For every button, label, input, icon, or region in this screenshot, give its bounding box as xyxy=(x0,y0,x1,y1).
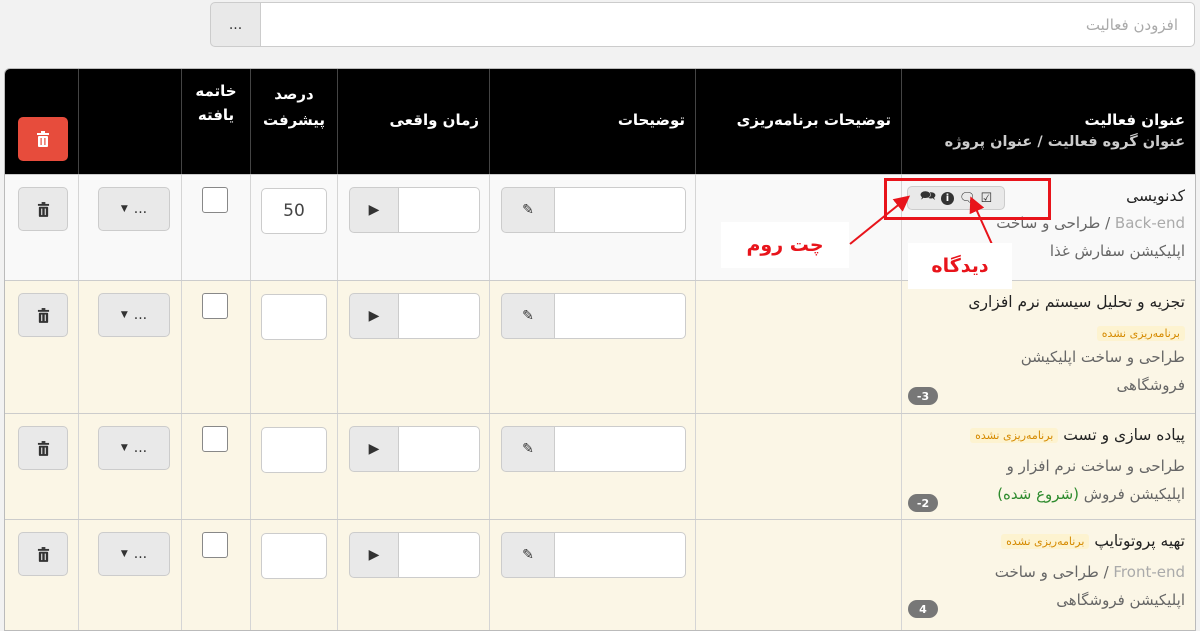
annotation-chatroom-label: چت روم xyxy=(721,222,849,268)
annotation-arrows xyxy=(849,195,1001,263)
annotation-comments-label: دیدگاه xyxy=(908,243,1012,289)
arrow-to-chatroom xyxy=(849,195,911,245)
